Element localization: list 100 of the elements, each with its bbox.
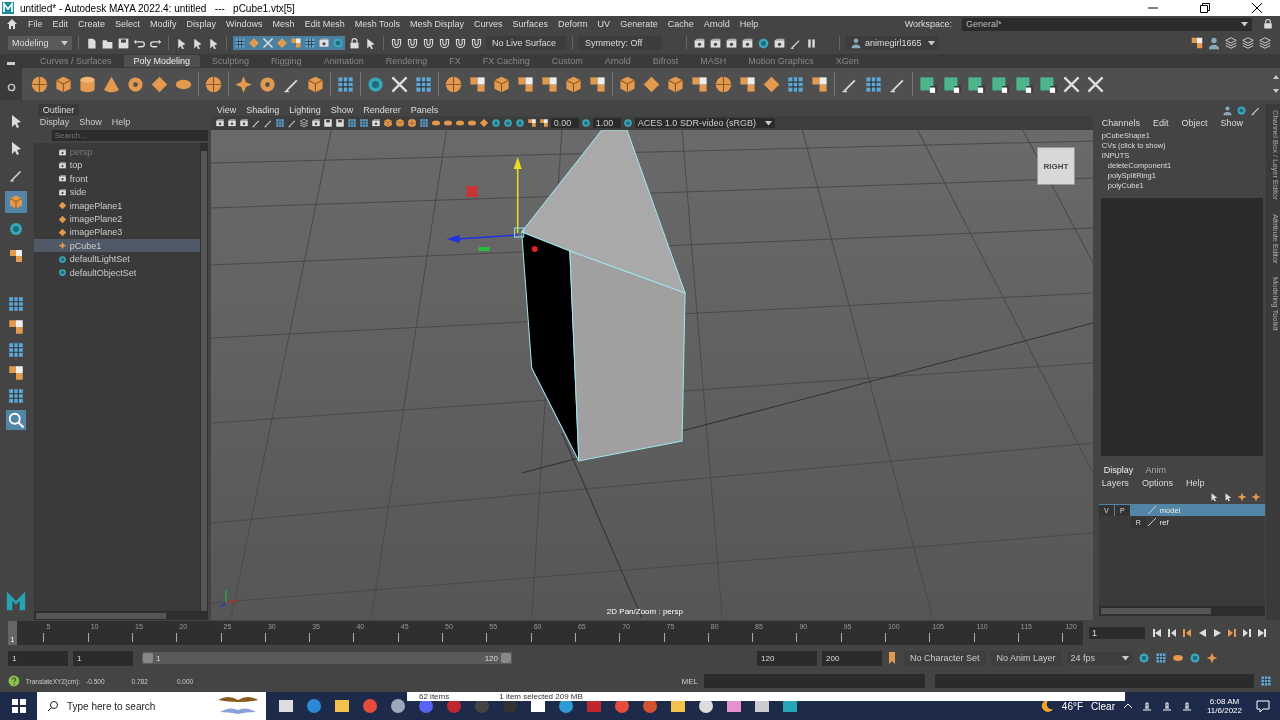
grid-icon[interactable]	[414, 74, 433, 94]
language-toggle[interactable]: MEL	[681, 676, 699, 686]
magnet-icon[interactable]	[438, 36, 451, 50]
shelf-tab[interactable]: Poly Modeling	[123, 55, 201, 67]
film-icon[interactable]	[773, 36, 786, 50]
playback-end-field[interactable]: 120	[757, 650, 817, 666]
layout-icon[interactable]	[6, 295, 25, 313]
maximize-icon[interactable]	[1200, 3, 1210, 13]
layer-button-icon[interactable]	[1251, 492, 1262, 502]
tool-button[interactable]	[4, 191, 27, 213]
chevron-icon[interactable]	[1123, 701, 1133, 711]
range-slider[interactable]: 1 120	[142, 652, 512, 664]
end-frame-field[interactable]: 200	[822, 650, 882, 666]
menu-item[interactable]: Lighting	[289, 105, 321, 115]
exposure-field[interactable]: 0.00	[550, 118, 579, 128]
home-icon[interactable]	[6, 18, 18, 30]
command-field[interactable]	[704, 674, 925, 688]
outliner-item[interactable]: top	[33, 158, 200, 173]
layout-icon[interactable]	[6, 364, 25, 382]
magnifier-icon[interactable]	[5, 410, 26, 430]
menu-item[interactable]: Object	[1181, 118, 1208, 128]
cube-icon[interactable]	[492, 74, 511, 94]
grid-icon[interactable]	[336, 74, 355, 94]
color-space-dropdown[interactable]: ACES 1.0 SDR-video (sRGB)	[634, 118, 775, 128]
close-icon[interactable]	[1252, 3, 1262, 13]
layer-color-icon[interactable]	[1146, 505, 1157, 515]
magnet-icon[interactable]	[454, 36, 467, 50]
menu-item[interactable]: Select	[115, 19, 141, 29]
torus-icon[interactable]	[126, 74, 145, 94]
current-frame-field[interactable]: 1	[1089, 627, 1145, 639]
menu-item[interactable]: Mesh Tools	[354, 19, 400, 29]
tile-icon[interactable]	[1014, 74, 1033, 94]
menu-item[interactable]: Modify	[150, 19, 177, 29]
pause-icon[interactable]	[805, 36, 818, 50]
grid-icon[interactable]	[786, 74, 805, 94]
ring-icon[interactable]	[502, 118, 513, 128]
minus-icon[interactable]	[7, 62, 15, 67]
outliner-item[interactable]: pCube1	[33, 239, 200, 253]
cone-icon[interactable]	[102, 74, 121, 94]
layer-button-icon[interactable]	[1223, 492, 1234, 502]
camera-icon[interactable]	[370, 118, 381, 128]
sphere-icon[interactable]	[714, 74, 733, 94]
key-forward-icon[interactable]	[1226, 627, 1238, 639]
menu-item[interactable]: Help	[111, 116, 131, 127]
cube-icon[interactable]	[564, 74, 583, 94]
start-icon[interactable]	[12, 699, 26, 713]
film-icon[interactable]	[709, 36, 722, 50]
magnet-icon[interactable]	[422, 36, 435, 50]
menu-item[interactable]: Arnold	[703, 19, 730, 29]
caret-icon[interactable]	[927, 40, 935, 46]
notification-icon[interactable]	[1256, 699, 1270, 713]
star-icon[interactable]	[234, 74, 253, 94]
app-icon[interactable]	[474, 698, 490, 714]
lock-icon[interactable]	[1262, 18, 1274, 30]
menu-item[interactable]: Show	[330, 105, 354, 115]
film-icon[interactable]	[725, 36, 738, 50]
task-view-icon[interactable]	[278, 698, 294, 714]
menu-item[interactable]: File	[28, 19, 43, 29]
outliner-item[interactable]: defaultObjectSet	[33, 265, 200, 280]
view-cube[interactable]: RIGHT	[1036, 147, 1075, 185]
disc-icon[interactable]	[430, 118, 441, 128]
grid-icon[interactable]	[418, 118, 429, 128]
menu-item[interactable]: Cache	[667, 19, 694, 29]
playback-start-field[interactable]: 1	[73, 650, 133, 666]
grid-icon[interactable]	[864, 74, 883, 94]
magnet-icon[interactable]	[406, 36, 419, 50]
menu-item[interactable]: Create	[78, 19, 106, 29]
layers-icon[interactable]	[298, 118, 309, 128]
camera-icon[interactable]	[310, 118, 321, 128]
sphere-icon[interactable]	[444, 74, 463, 94]
ring-icon[interactable]	[490, 118, 501, 128]
layer-button-icon[interactable]	[1237, 492, 1248, 502]
grid-icon[interactable]	[274, 118, 285, 128]
menu-item[interactable]: Windows	[226, 19, 263, 29]
move-manipulator-drawing[interactable]	[446, 157, 538, 252]
menu-item[interactable]: Display	[39, 116, 70, 127]
sphere-icon[interactable]	[30, 74, 49, 94]
disc-icon[interactable]	[454, 118, 465, 128]
folder-icon[interactable]	[334, 698, 350, 714]
tile-icon[interactable]	[1038, 74, 1057, 94]
arrow-icon[interactable]	[364, 36, 377, 50]
symmetry-dropdown[interactable]: Symmetry: Off	[579, 36, 661, 50]
cube-icon[interactable]	[306, 74, 325, 94]
scroll-bar[interactable]	[1098, 606, 1266, 616]
blocks-icon[interactable]	[690, 74, 709, 94]
scroll-arrows-icon[interactable]	[1272, 73, 1280, 95]
select-mode-icon[interactable]	[234, 37, 246, 49]
outliner-item[interactable]: imagePlane2	[33, 212, 200, 226]
start-frame-field[interactable]: 1	[8, 650, 68, 666]
cube-icon[interactable]	[382, 118, 393, 128]
grid-icon[interactable]	[358, 118, 369, 128]
cross-icon[interactable]	[1086, 74, 1105, 94]
anim-layer-dropdown[interactable]: No Anim Layer	[990, 650, 1062, 666]
cross-icon[interactable]	[1062, 74, 1081, 94]
scroll-bar[interactable]	[199, 143, 208, 612]
pen-icon[interactable]	[250, 118, 261, 128]
plane-icon[interactable]	[478, 118, 489, 128]
key-back-icon[interactable]	[1181, 627, 1193, 639]
tile-icon[interactable]	[990, 74, 1009, 94]
menu-item[interactable]: Shading	[246, 105, 280, 115]
